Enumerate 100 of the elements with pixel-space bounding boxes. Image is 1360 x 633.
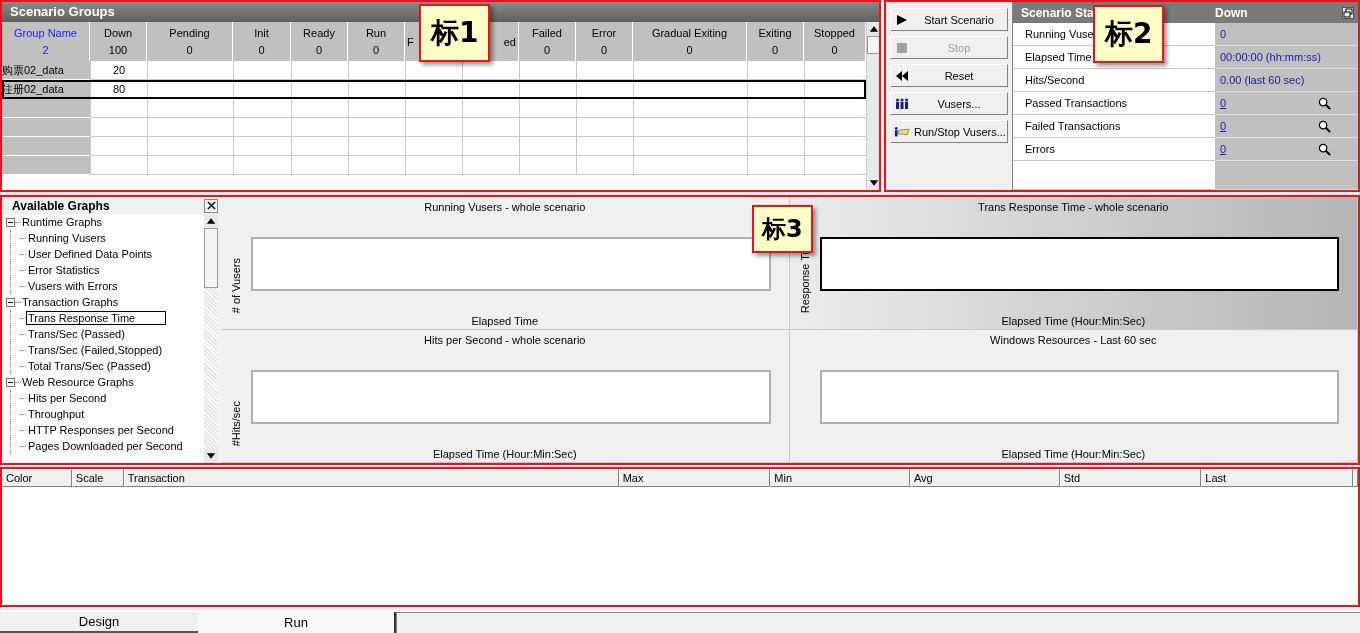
graph-panel[interactable]: Windows Resources - Last 60 sec Elapsed Time (Hour:Min:Sec): [789, 330, 1358, 463]
status-link[interactable]: 0: [1220, 97, 1312, 109]
column-header[interactable]: Scale: [71, 469, 124, 487]
callout-label: 标2: [1093, 5, 1165, 63]
status-value: 00:00:00 (hh:mm:ss): [1220, 51, 1321, 63]
column-header: Ready: [302, 27, 336, 40]
scenario-button[interactable]: Vusers...: [890, 92, 1008, 115]
collapse-icon[interactable]: [6, 297, 15, 307]
column-count: 0: [185, 43, 194, 56]
tree-item[interactable]: Hits per Second: [27, 392, 108, 404]
x-axis-label: Elapsed Time (Hour:Min:Sec): [1001, 448, 1146, 460]
table-cell: [291, 118, 348, 137]
person-flag-icon: [894, 125, 910, 138]
close-button[interactable]: [204, 198, 218, 213]
group-row[interactable]: 购票02_data 20: [2, 61, 866, 80]
tree-item[interactable]: Vusers with Errors: [27, 280, 119, 292]
table-cell: [233, 156, 291, 175]
tree-item[interactable]: User Defined Data Points: [27, 248, 154, 260]
tree-item[interactable]: Trans Response Time: [27, 312, 166, 324]
table-cell: [747, 99, 804, 118]
restore-icon[interactable]: [1342, 6, 1354, 19]
table-cell: [576, 137, 633, 156]
graph-title: Windows Resources - Last 60 sec: [990, 334, 1157, 346]
column-header[interactable]: Max: [618, 469, 771, 487]
column-count: 0: [371, 43, 381, 56]
status-label: Passed Transactions: [1013, 92, 1215, 115]
column-header[interactable]: Last: [1201, 469, 1353, 487]
panel-title: Available Graphs: [12, 198, 110, 213]
scroll-thumb[interactable]: [867, 36, 879, 54]
tree-group[interactable]: Runtime Graphs: [22, 216, 103, 228]
table-cell: [462, 118, 519, 137]
table-cell: [519, 99, 576, 118]
status-value: 0.00 (last 60 sec): [1220, 74, 1305, 86]
status-link[interactable]: 0: [1220, 120, 1312, 132]
search-icon[interactable]: [1318, 96, 1331, 110]
tree-item[interactable]: Trans/Sec (Passed): [27, 328, 126, 340]
collapse-icon[interactable]: [6, 377, 15, 387]
table-cell: [233, 137, 291, 156]
tree-item[interactable]: Error Statistics: [27, 264, 101, 276]
table-cell: [519, 118, 576, 137]
tree-item[interactable]: Pages Downloaded per Second: [27, 440, 184, 452]
table-cell: [348, 137, 405, 156]
tree-item[interactable]: Throughput: [27, 408, 86, 420]
tree-item[interactable]: Running Vusers: [27, 232, 107, 244]
table-cell: [462, 156, 519, 175]
scrollbar[interactable]: [866, 22, 879, 190]
stop-icon: [894, 41, 910, 54]
column-count: 0: [685, 43, 694, 56]
column-count: 0: [257, 43, 266, 56]
close-icon: [206, 201, 216, 210]
table-cell: [747, 118, 804, 137]
status-label: Hits/Second: [1013, 69, 1215, 92]
tree-item[interactable]: HTTP Responses per Second: [27, 424, 175, 436]
status-link[interactable]: 0: [1220, 143, 1312, 155]
table-cell: [405, 99, 462, 118]
y-axis-label: #Hits/sec: [230, 400, 242, 446]
graph-title: Trans Response Time - whole scenario: [978, 201, 1169, 213]
column-header[interactable]: Std: [1059, 469, 1202, 487]
table-cell: [576, 156, 633, 175]
column-header: Gradual Exiting: [650, 27, 729, 40]
y-axis-label: Response Ti: [798, 251, 811, 313]
tree-item[interactable]: Trans/Sec (Failed,Stopped): [27, 344, 164, 356]
column-header[interactable]: Transaction: [123, 469, 619, 487]
x-axis-label: Elapsed Time: [471, 315, 539, 327]
search-icon[interactable]: [1318, 142, 1331, 156]
x-axis-label: Elapsed Time (Hour:Min:Sec): [432, 448, 577, 460]
tree-group[interactable]: Web Resource Graphs: [22, 376, 134, 388]
status-label: Failed Transactions: [1013, 115, 1215, 138]
column-header: Pending: [168, 27, 211, 40]
scenario-state: Down: [1215, 5, 1249, 20]
collapse-icon[interactable]: [6, 217, 15, 227]
table-cell: [348, 156, 405, 175]
table-cell: [405, 137, 462, 156]
tree-item[interactable]: Total Trans/Sec (Passed): [27, 360, 152, 372]
table-cell: [90, 99, 147, 118]
column-header[interactable]: Color: [2, 469, 72, 487]
graph-panel[interactable]: Hits per Second - whole scenario #Hits/sec Elapsed Time (Hour:Min:Sec): [221, 330, 790, 463]
group-name: 购票02_data: [2, 61, 90, 80]
column-count: 0: [830, 43, 839, 56]
scenario-button[interactable]: Run/Stop Vusers...: [890, 120, 1008, 143]
y-axis-label: # of Vusers: [230, 257, 242, 313]
column-header[interactable]: Avg: [910, 469, 1060, 487]
table-cell: [90, 137, 147, 156]
tree-group[interactable]: Transaction Graphs: [22, 296, 119, 308]
table-cell: [348, 118, 405, 137]
table-cell: [519, 137, 576, 156]
column-count: 2: [41, 43, 50, 56]
column-header[interactable]: Min: [770, 469, 910, 487]
scenario-button[interactable]: Start Scenario: [890, 8, 1008, 31]
tab[interactable]: Run: [198, 612, 396, 633]
scrollbar[interactable]: [204, 214, 218, 463]
scenario-button[interactable]: Reset: [890, 64, 1008, 87]
table-cell: [405, 156, 462, 175]
column-count: 0: [542, 43, 552, 56]
search-icon[interactable]: [1318, 119, 1331, 133]
scroll-thumb[interactable]: [204, 228, 218, 288]
table-cell: [291, 156, 348, 175]
table-cell: [233, 118, 291, 137]
status-value: 0: [1220, 28, 1227, 40]
table-cell: [519, 156, 576, 175]
